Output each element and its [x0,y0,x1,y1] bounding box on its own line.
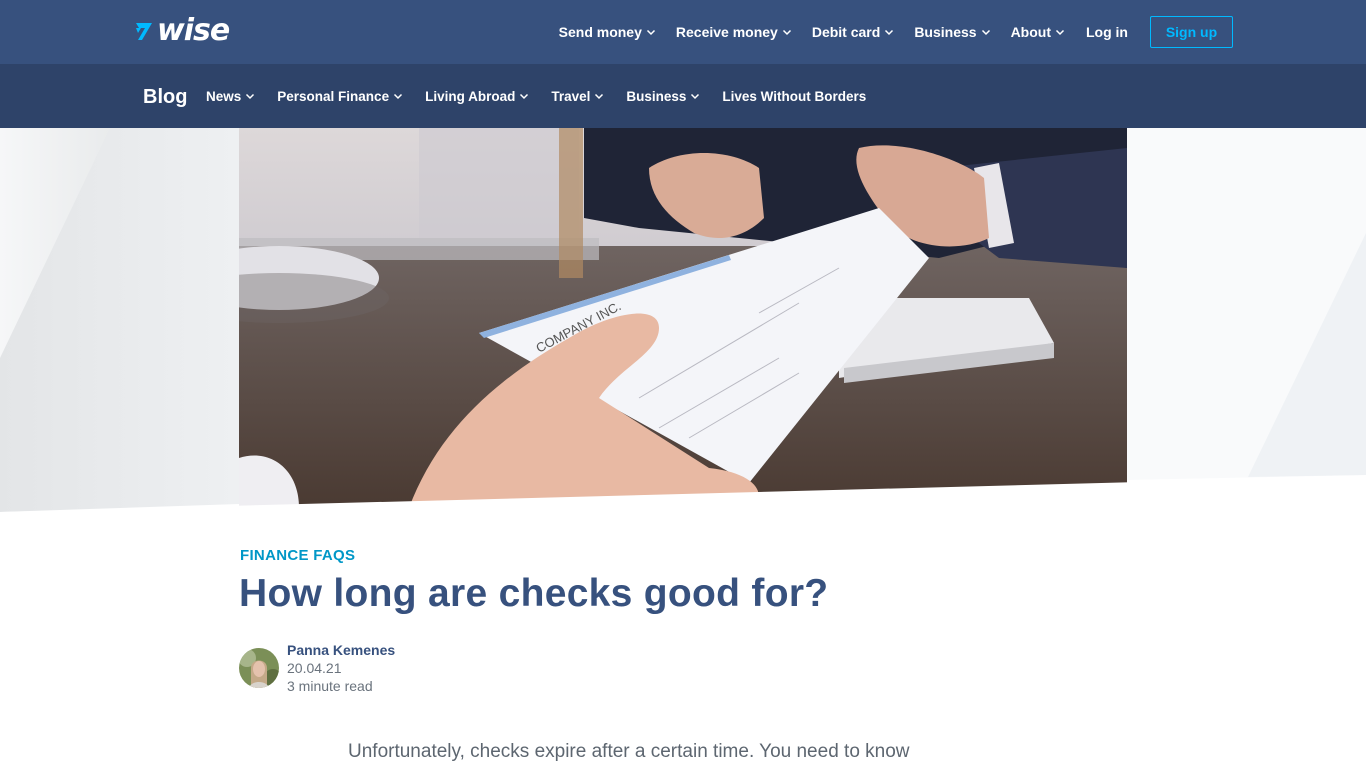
author-avatar[interactable] [239,648,279,688]
blog-nav-lives-without-borders-label: Lives Without Borders [722,88,867,104]
blog-nav-living-abroad[interactable]: Living Abroad [425,89,529,104]
nav-about-label: About [1010,24,1051,40]
signup-button[interactable]: Sign up [1150,16,1233,48]
nav-receive-money-label: Receive money [675,24,778,40]
blog-home-link[interactable]: Blog [143,84,187,110]
wise-flag-icon [136,23,152,40]
blog-nav-news-label: News [206,88,242,104]
nav-business[interactable]: Business [914,24,990,40]
blog-nav-personal-finance[interactable]: Personal Finance [277,89,403,104]
blog-nav-news[interactable]: News [206,89,255,104]
blog-nav-personal-finance-label: Personal Finance [277,88,390,104]
main-nav: Send money Receive money Debit card Busi… [559,16,1233,48]
chevron-down-icon [884,27,894,37]
author-name[interactable]: Panna Kemenes [287,642,395,659]
nav-debit-card[interactable]: Debit card [812,24,894,40]
blog-nav-travel[interactable]: Travel [551,89,604,104]
chevron-down-icon [690,91,700,101]
login-link[interactable]: Log in [1086,24,1128,40]
check-handover-photo: COMPANY INC. [239,128,1127,508]
article-category[interactable]: FINANCE FAQS [240,547,355,564]
nav-send-money[interactable]: Send money [559,24,656,40]
chevron-down-icon [594,91,604,101]
nav-send-money-label: Send money [558,24,642,40]
wise-logo-text: wise [157,13,230,48]
top-navigation-bar: wise Send money Receive money Debit card… [0,0,1366,64]
author-block: Panna Kemenes 20.04.21 3 minute read [239,642,395,695]
blog-navigation-bar: Blog News Personal Finance Living Abroad… [0,64,1366,128]
chevron-down-icon [981,27,991,37]
article-title: How long are checks good for? [239,572,829,615]
chevron-down-icon [519,91,529,101]
chevron-down-icon [393,91,403,101]
nav-business-label: Business [914,24,977,40]
publish-date: 20.04.21 [287,660,342,676]
blog-nav-lives-without-borders[interactable]: Lives Without Borders [722,89,866,104]
blog-nav-business[interactable]: Business [626,89,700,104]
wise-logo[interactable]: wise [134,13,230,48]
hero-slant-divider [0,476,1366,520]
article-intro: Unfortunately, checks expire after a cer… [348,741,910,762]
blog-nav-living-abroad-label: Living Abroad [425,88,516,104]
chevron-down-icon [782,27,792,37]
nav-about[interactable]: About [1011,24,1065,40]
blog-nav-travel-label: Travel [551,88,591,104]
hero-image: COMPANY INC. [239,128,1127,508]
blog-nav: News Personal Finance Living Abroad Trav… [206,86,888,106]
chevron-down-icon [646,27,656,37]
nav-receive-money[interactable]: Receive money [676,24,792,40]
read-time: 3 minute read [287,678,373,694]
chevron-down-icon [1055,27,1065,37]
nav-debit-card-label: Debit card [811,24,881,40]
chevron-down-icon [245,91,255,101]
blog-nav-business-label: Business [626,88,687,104]
